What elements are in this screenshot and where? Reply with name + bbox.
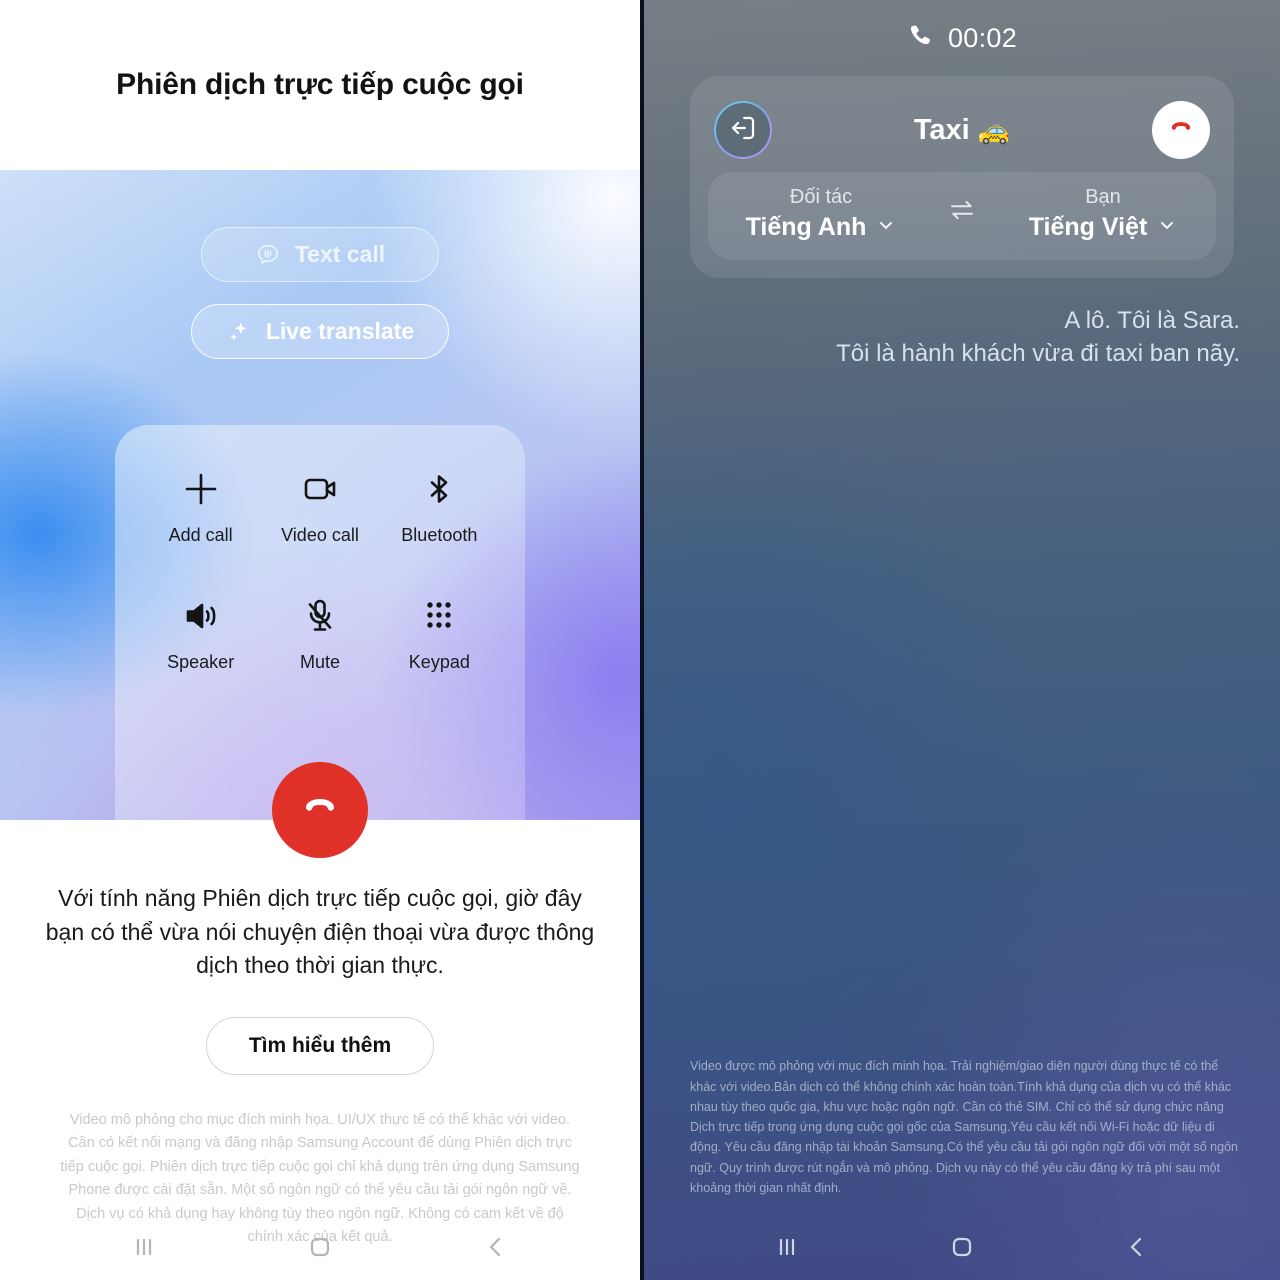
right-disclaimer: Video được mô phỏng với mục đích minh họ…	[690, 1059, 1238, 1195]
transcript: A lô. Tôi là Sara. Tôi là hành khách vừa…	[684, 304, 1240, 370]
live-translate-button[interactable]: Live translate	[190, 304, 450, 359]
learn-more-wrap: Tìm hiểu thêm	[42, 1016, 598, 1075]
home-icon[interactable]	[947, 1232, 977, 1267]
speaker-button[interactable]: Speaker	[141, 594, 260, 673]
call-controls-grid: Add call Video call Bluetooth Speaker Mu…	[115, 425, 525, 673]
add-call-button[interactable]: Add call	[141, 467, 260, 546]
mode-buttons: Text call Live translate	[0, 170, 640, 359]
end-call-icon	[1164, 111, 1198, 150]
language-selector-row: Đối tác Tiếng Anh Bạn Tiếng Việt	[708, 172, 1216, 260]
left-footer: Với tính năng Phiên dịch trực tiếp cuộc …	[0, 820, 640, 1250]
your-language-value: Tiếng Việt	[1028, 213, 1148, 241]
home-icon[interactable]	[305, 1232, 335, 1267]
swap-languages-button[interactable]	[934, 195, 990, 234]
partner-language-value: Tiếng Anh	[745, 213, 867, 241]
right-phone-screen: 00:02 Taxi 🚕 Đối tác Tiếng Anh Bạn Tiếng…	[640, 0, 1280, 1280]
plus-icon	[179, 467, 223, 511]
call-hero-background: Text call Live translate Add call Video …	[0, 170, 640, 858]
video-call-button[interactable]: Video call	[260, 467, 379, 546]
live-translate-call-card: Taxi 🚕 Đối tác Tiếng Anh Bạn Tiếng Việt	[690, 76, 1234, 278]
page-title: Phiên dịch trực tiếp cuộc gọi	[116, 68, 524, 101]
keypad-label: Keypad	[408, 652, 470, 672]
your-language-selector[interactable]: Bạn Tiếng Việt	[990, 186, 1216, 242]
your-language-value-wrap: Tiếng Việt	[1029, 213, 1178, 242]
phone-icon	[907, 22, 934, 54]
speaker-icon	[179, 594, 223, 638]
left-title-area: Phiên dịch trực tiếp cuộc gọi	[0, 0, 640, 170]
feature-description: Với tính năng Phiên dịch trực tiếp cuộc …	[45, 885, 595, 979]
recents-icon[interactable]	[772, 1232, 802, 1267]
keypad-icon	[417, 594, 461, 638]
left-phone-screen: Phiên dịch trực tiếp cuộc gọi Text call	[0, 0, 640, 1280]
text-call-bubble-icon	[255, 242, 281, 268]
exit-arrow-icon	[728, 113, 758, 148]
learn-more-button[interactable]: Tìm hiểu thêm	[205, 1016, 435, 1075]
recents-icon[interactable]	[129, 1232, 159, 1267]
speaker-label: Speaker	[167, 652, 235, 672]
back-chevron-icon[interactable]	[481, 1232, 511, 1267]
mute-label: Mute	[299, 652, 340, 672]
comparison-stage: Phiên dịch trực tiếp cuộc gọi Text call	[0, 0, 1280, 1280]
end-call-icon	[294, 782, 346, 839]
bluetooth-icon	[417, 467, 461, 511]
taxi-emoji-icon: 🚕	[977, 114, 1011, 145]
transcript-line: A lô. Tôi là Sara.	[1064, 307, 1240, 334]
text-call-button[interactable]: Text call	[201, 227, 439, 282]
sparkle-icon	[226, 319, 252, 345]
end-call-button[interactable]	[1151, 101, 1210, 159]
end-call-button[interactable]	[272, 762, 368, 858]
right-navigation-bar	[644, 1218, 1280, 1280]
live-translate-label: Live translate	[265, 318, 415, 344]
caller-name-text: Taxi	[913, 113, 970, 146]
bluetooth-button[interactable]: Bluetooth	[380, 467, 499, 546]
transcript-line: Tôi là hành khách vừa đi taxi ban nãy.	[836, 340, 1240, 368]
call-controls-card: Add call Video call Bluetooth Speaker Mu…	[115, 425, 525, 858]
swap-arrows-icon	[947, 195, 977, 230]
add-call-label: Add call	[168, 525, 233, 545]
chevron-down-icon	[1157, 213, 1177, 242]
chevron-down-icon	[876, 213, 896, 242]
bluetooth-label: Bluetooth	[401, 525, 478, 545]
microphone-muted-icon	[298, 594, 342, 638]
call-card-header: Taxi 🚕	[708, 92, 1216, 168]
text-call-label: Text call	[294, 241, 386, 267]
exit-button[interactable]	[714, 101, 772, 159]
video-call-label: Video call	[281, 525, 359, 545]
caller-name: Taxi 🚕	[914, 114, 1010, 147]
left-navigation-bar	[0, 1218, 640, 1280]
partner-language-selector[interactable]: Đối tác Tiếng Anh	[708, 186, 934, 242]
call-timer: 00:02	[644, 0, 1280, 76]
keypad-button[interactable]: Keypad	[380, 594, 499, 673]
partner-role-label: Đối tác	[789, 186, 853, 208]
your-role-label: Bạn	[1085, 186, 1121, 208]
back-chevron-icon[interactable]	[1122, 1232, 1152, 1267]
video-camera-icon	[298, 467, 342, 511]
partner-language-value-wrap: Tiếng Anh	[746, 213, 897, 242]
call-timer-text: 00:02	[947, 22, 1018, 53]
mute-button[interactable]: Mute	[260, 594, 379, 673]
